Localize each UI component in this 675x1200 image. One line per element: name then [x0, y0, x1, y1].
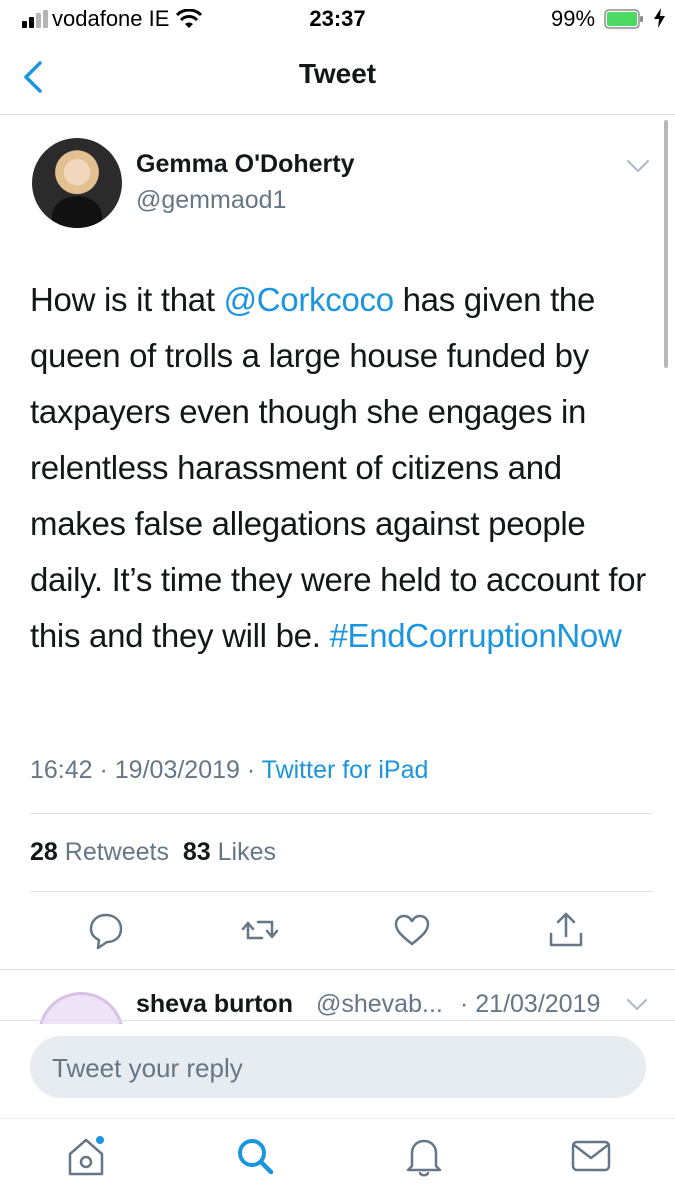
- retweets-label[interactable]: Retweets: [65, 838, 169, 866]
- tweet-meta: 16:42 · 19/03/2019 · Twitter for iPad: [30, 756, 429, 784]
- composer-divider: [0, 1020, 675, 1021]
- reply-tweet[interactable]: sheva burton @shevab... · 21/03/2019: [0, 984, 675, 1024]
- chevron-down-icon[interactable]: [626, 998, 648, 1012]
- avatar[interactable]: [32, 138, 122, 228]
- author-handle[interactable]: @gemmaod1: [136, 186, 286, 215]
- actions-divider: [0, 969, 675, 970]
- messages-icon[interactable]: [569, 1134, 613, 1178]
- reply-date: · 21/03/2019: [460, 990, 601, 1018]
- home-icon[interactable]: [64, 1134, 108, 1178]
- meta-divider: [30, 813, 652, 814]
- status-bar: vodafone IE 23:37 99%: [0, 0, 675, 40]
- charging-icon: [654, 8, 665, 28]
- heart-icon[interactable]: [392, 910, 432, 950]
- retweet-icon[interactable]: [240, 910, 280, 950]
- tab-bar-divider: [0, 1118, 675, 1119]
- chevron-down-icon[interactable]: [626, 158, 650, 174]
- likes-label[interactable]: Likes: [218, 838, 276, 866]
- reply-placeholder: Tweet your reply: [52, 1053, 243, 1083]
- nav-divider: [0, 114, 675, 115]
- notifications-icon[interactable]: [402, 1134, 446, 1178]
- tweet-actions: [0, 910, 675, 954]
- battery-icon: [604, 9, 643, 29]
- reply-author-handle[interactable]: @shevab...: [316, 990, 443, 1019]
- battery-percent: 99%: [551, 6, 596, 31]
- scrollbar[interactable]: [664, 120, 668, 368]
- tweet-date: 19/03/2019: [114, 756, 240, 784]
- tweet-stats: 28 Retweets 83 Likes: [30, 838, 276, 867]
- likes-count[interactable]: 83: [183, 838, 211, 866]
- page-title: Tweet: [298, 58, 377, 89]
- retweets-count[interactable]: 28: [30, 838, 58, 866]
- search-icon[interactable]: [233, 1134, 277, 1178]
- stats-divider: [30, 891, 652, 892]
- tweet-text: How is it that @Corkcoco has given the q…: [30, 272, 650, 664]
- mention-link[interactable]: @Corkcoco: [224, 281, 394, 318]
- tweet-text-part: has given the queen of trolls a large ho…: [30, 281, 646, 654]
- reply-icon[interactable]: [86, 910, 126, 950]
- reply-author-name[interactable]: sheva burton: [136, 990, 293, 1019]
- tweet-source-link[interactable]: Twitter for iPad: [262, 756, 429, 784]
- hashtag-link[interactable]: #EndCorruptionNow: [329, 617, 621, 654]
- share-icon[interactable]: [546, 910, 586, 950]
- author-name[interactable]: Gemma O'Doherty: [136, 150, 355, 179]
- tweet-text-part: How is it that: [30, 281, 224, 318]
- tweet-time: 16:42: [30, 756, 93, 784]
